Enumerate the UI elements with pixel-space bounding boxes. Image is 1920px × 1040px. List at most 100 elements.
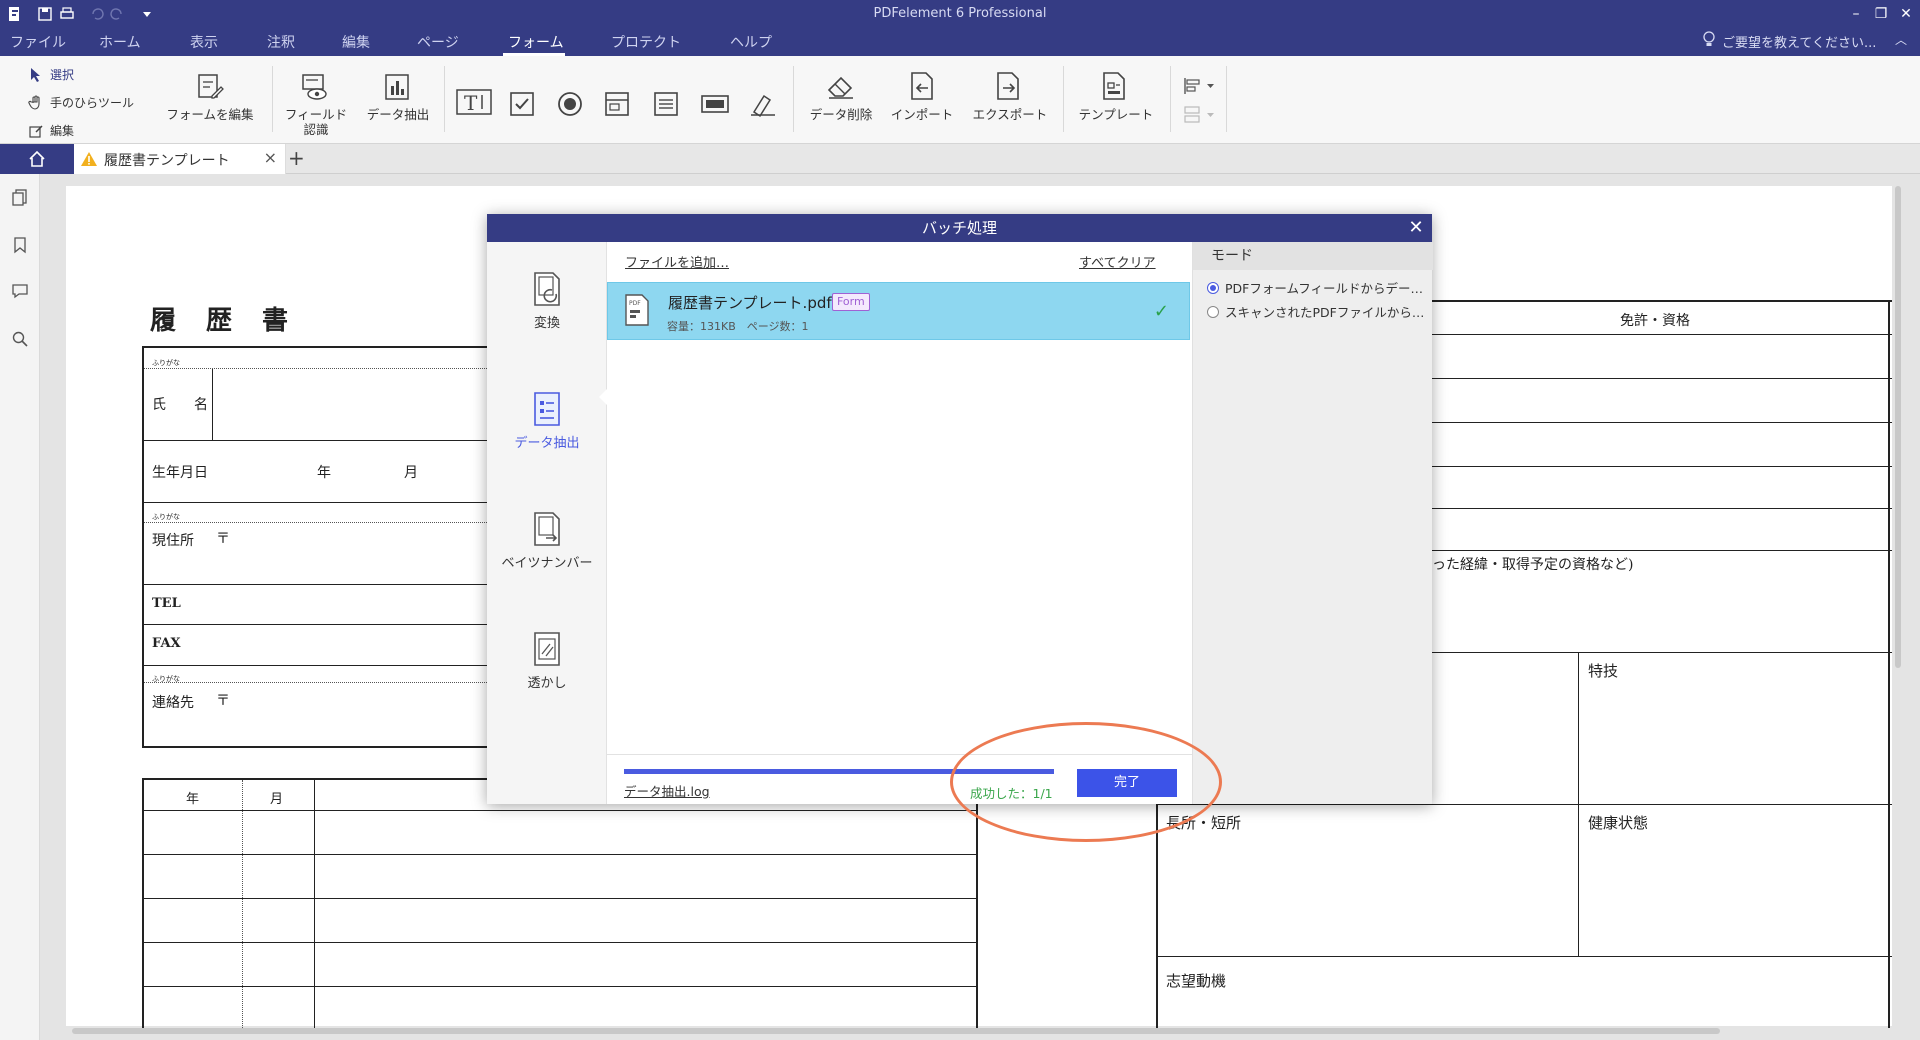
list-box-icon[interactable] <box>652 90 680 118</box>
template-icon <box>1103 72 1125 100</box>
home-icon <box>29 150 45 167</box>
history-month-header: 月 <box>270 792 284 807</box>
bookmark-icon[interactable] <box>11 236 29 254</box>
svg-text:T: T <box>464 91 478 115</box>
furigana-label: ふりがな <box>152 513 180 521</box>
birth-month-label: 月 <box>404 465 418 481</box>
menu-protect[interactable]: プロテクト <box>611 32 681 52</box>
button-field-icon[interactable] <box>700 90 730 118</box>
mode-option-label: PDFフォームフィールドからデー… <box>1225 281 1423 296</box>
hand-tool[interactable]: 手のひらツール <box>28 94 134 111</box>
resume-title: 履 歴 書 <box>150 306 291 336</box>
table-border <box>144 942 976 943</box>
collapse-ribbon-icon[interactable]: ︿ <box>1895 31 1907 48</box>
warning-icon <box>81 152 97 166</box>
edit-tool[interactable]: 編集 <box>28 122 74 139</box>
nav-data-extract[interactable]: データ抽出 <box>487 390 607 451</box>
table-border <box>144 986 976 987</box>
furigana-rule <box>144 522 489 523</box>
text-field-icon[interactable]: T <box>455 87 493 117</box>
horizontal-scrollbar[interactable] <box>72 1028 1720 1034</box>
signature-field-icon[interactable] <box>748 90 778 118</box>
radio-unselected[interactable] <box>1207 305 1219 318</box>
nav-bates-number[interactable]: ベイツナンバー <box>487 510 607 571</box>
data-extract-icon <box>385 74 409 100</box>
table-border <box>144 584 489 585</box>
close-window-button[interactable]: ✕ <box>1895 4 1917 24</box>
svg-text:PDF: PDF <box>629 300 641 307</box>
select-tool-label: 選択 <box>50 68 75 82</box>
menu-file[interactable]: ファイル <box>10 32 66 52</box>
health-label: 健康状態 <box>1588 814 1649 832</box>
table-border <box>142 778 144 1028</box>
field-recognition-button[interactable]: フィールド 認識 <box>278 107 354 137</box>
dialog-nav: 変換 データ抽出 ベイツナンバー 透かし <box>487 242 607 804</box>
menu-comment[interactable]: 注釈 <box>267 32 295 52</box>
table-border <box>314 780 315 1028</box>
align-dropdown-icon[interactable] <box>1182 76 1218 96</box>
minimize-button[interactable]: – <box>1845 4 1867 24</box>
select-tool[interactable]: 選択 <box>28 66 74 83</box>
mode-option-scanned[interactable]: スキャンされたPDFファイルから… <box>1207 302 1424 321</box>
combo-box-icon[interactable] <box>603 90 631 118</box>
data-extract-icon <box>534 392 560 426</box>
fax-label: FAX <box>152 636 181 651</box>
document-tab[interactable]: 履歴書テンプレート × <box>74 144 286 174</box>
data-delete-button[interactable]: データ削除 <box>801 107 881 122</box>
radio-button-icon[interactable] <box>556 90 584 118</box>
ribbon-separator <box>1226 66 1227 132</box>
furigana-label: ふりがな <box>152 675 180 683</box>
edit-form-button[interactable]: フォームを編集 <box>163 107 257 122</box>
menu-form[interactable]: フォーム <box>508 32 564 52</box>
feedback-link[interactable]: ご要望を教えてください... <box>1722 32 1876 51</box>
thumbnails-icon[interactable] <box>11 188 29 206</box>
motivation-label: 志望動機 <box>1166 972 1227 990</box>
table-border <box>144 854 976 855</box>
close-tab-button[interactable]: × <box>264 148 277 167</box>
search-icon[interactable] <box>11 330 29 348</box>
history-year-header: 年 <box>186 792 200 807</box>
file-row[interactable]: PDF 履歴書テンプレート.pdf Form 容量：131KB ページ数：1 ✓ <box>607 282 1190 340</box>
hand-tool-label: 手のひらツール <box>50 96 135 110</box>
mode-option-form-fields[interactable]: PDFフォームフィールドからデー… <box>1207 278 1423 297</box>
checkbox-icon[interactable] <box>508 90 536 118</box>
table-border <box>1888 300 1890 1028</box>
ribbon-separator <box>1170 66 1171 132</box>
radio-selected[interactable] <box>1207 281 1219 294</box>
pdf-file-icon: PDF <box>625 294 649 326</box>
menu-page[interactable]: ページ <box>417 32 459 52</box>
menu-edit[interactable]: 編集 <box>342 32 370 52</box>
contact-label: 連絡先 <box>152 695 194 711</box>
eraser-icon <box>827 76 853 99</box>
nav-convert[interactable]: 変換 <box>487 270 607 331</box>
comment-icon[interactable] <box>11 282 29 300</box>
postal-mark: 〒 <box>216 531 230 547</box>
import-button[interactable]: インポート <box>884 107 960 122</box>
distribute-dropdown-icon[interactable] <box>1182 104 1218 126</box>
menu-view[interactable]: 表示 <box>190 32 218 52</box>
clear-all-link[interactable]: すべてクリア <box>1079 252 1156 271</box>
add-tab-button[interactable]: + <box>288 146 305 170</box>
home-tab[interactable] <box>0 144 74 174</box>
table-border <box>1156 956 1892 957</box>
menu-help[interactable]: ヘルプ <box>730 32 772 52</box>
table-border <box>144 665 489 666</box>
edit-form-icon <box>198 74 224 99</box>
add-files-link[interactable]: ファイルを追加… <box>625 252 729 271</box>
data-extract-button[interactable]: データ抽出 <box>362 107 434 122</box>
field-recognition-label-2: 認識 <box>303 122 329 137</box>
table-border <box>144 624 489 625</box>
field-recognition-label-1: フィールド <box>284 107 348 122</box>
menu-home[interactable]: ホーム <box>99 32 141 52</box>
nav-watermark-label: 透かし <box>527 676 567 691</box>
bates-number-icon <box>534 512 560 546</box>
table-border <box>142 346 144 748</box>
template-button[interactable]: テンプレート <box>1072 107 1160 122</box>
dialog-close-button[interactable]: ✕ <box>1406 218 1426 238</box>
nav-watermark[interactable]: 透かし <box>487 630 607 691</box>
table-border <box>142 346 489 348</box>
log-file-link[interactable]: データ抽出.log <box>624 781 710 800</box>
vertical-scrollbar[interactable] <box>1895 186 1901 668</box>
export-button[interactable]: エクスポート <box>966 107 1054 122</box>
maximize-button[interactable]: ❐ <box>1870 4 1892 24</box>
